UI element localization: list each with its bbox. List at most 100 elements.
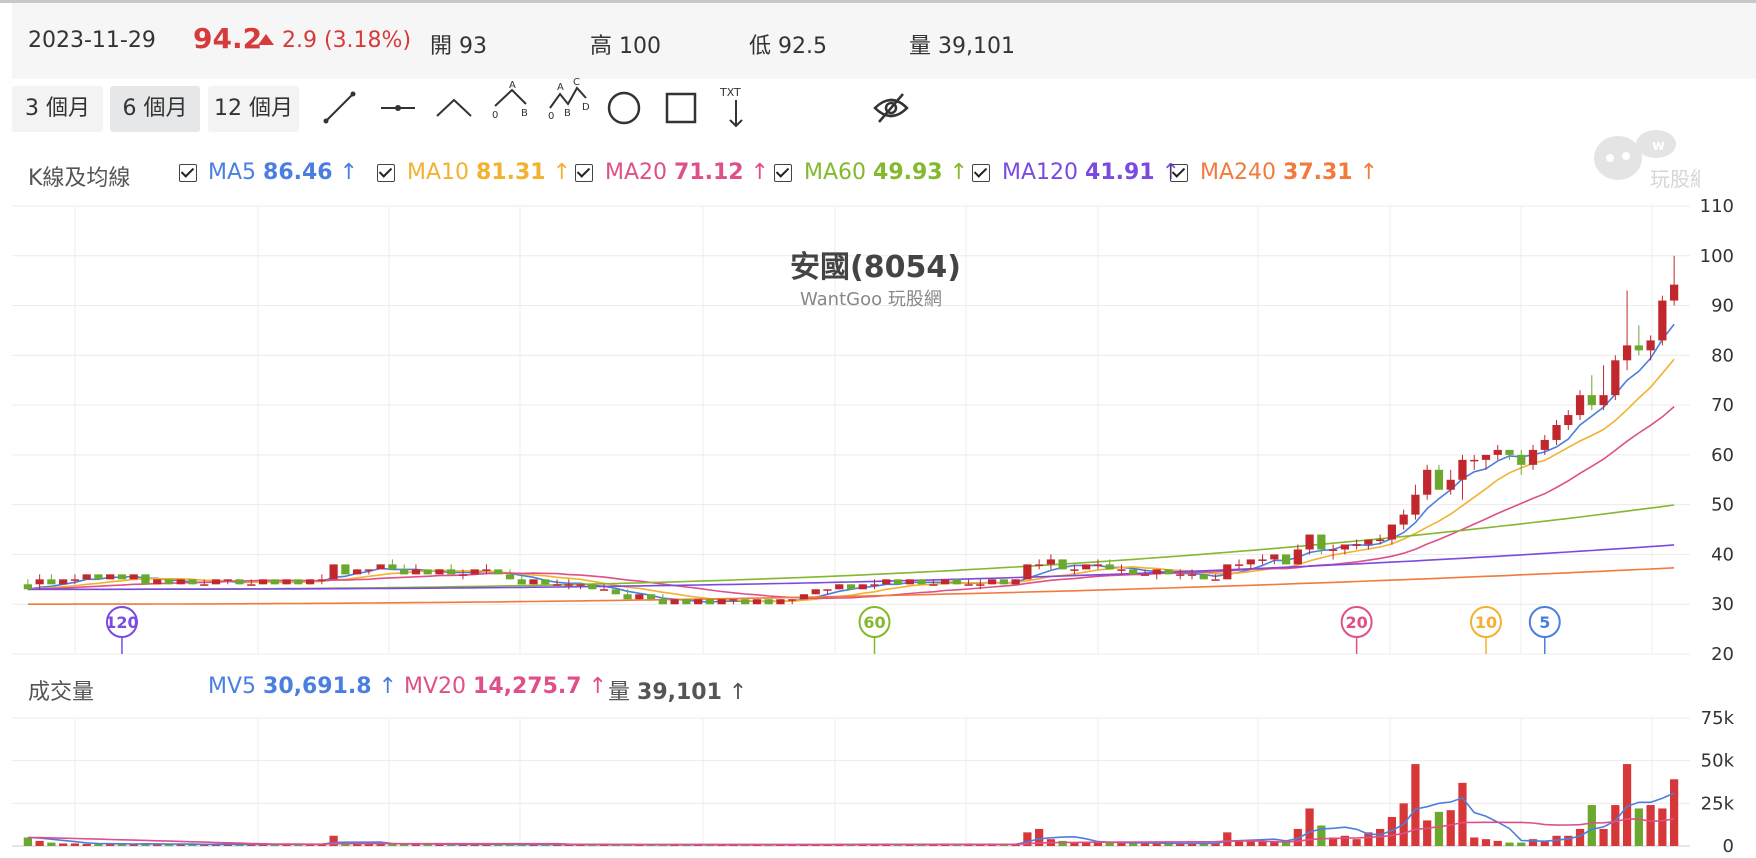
candle-body <box>341 564 350 575</box>
volume-bar <box>1458 782 1467 846</box>
candle-body <box>1505 449 1514 455</box>
candle-body <box>1587 395 1596 406</box>
candle-body <box>882 579 891 585</box>
candle-body <box>893 579 903 585</box>
price-tick-label: 30 <box>1711 594 1734 615</box>
volume-tick-label: 25k <box>1701 793 1735 814</box>
candle-body <box>729 599 738 601</box>
candle-body <box>658 599 667 605</box>
candle-body <box>529 579 538 585</box>
ma-lines <box>27 323 1675 606</box>
candle-body <box>1446 479 1455 490</box>
volume-bar <box>1481 839 1491 846</box>
volume-bar <box>70 843 80 846</box>
price-tick-label: 100 <box>1700 246 1734 267</box>
candle-body <box>964 584 973 586</box>
price-tick-label: 110 <box>1700 196 1734 217</box>
mv20-value: 14,275.7 <box>473 674 582 699</box>
candle-body <box>494 569 503 575</box>
candle-body <box>23 584 32 590</box>
candle-body <box>1164 569 1173 575</box>
volume-tick-label: 50k <box>1701 751 1735 772</box>
candle-body <box>799 594 809 600</box>
volume-bar <box>1093 842 1103 846</box>
candle-body <box>623 594 632 600</box>
ma-line-ma60 <box>27 504 1675 591</box>
candle-body <box>1023 564 1032 580</box>
volume-bar <box>364 844 374 846</box>
volume-bar <box>1564 835 1573 846</box>
candle-body <box>1599 395 1608 406</box>
candle-body <box>846 584 856 590</box>
volume-bar <box>1587 805 1596 846</box>
ma-marker-label: 120 <box>105 613 138 632</box>
candle-body <box>1364 539 1373 545</box>
volume-bar <box>1505 842 1514 846</box>
candle-body <box>694 599 703 605</box>
candle-body <box>129 574 138 580</box>
candle-body <box>1117 569 1126 571</box>
candle-body <box>1176 574 1185 576</box>
candle-body <box>1481 454 1491 460</box>
price-tick-label: 20 <box>1711 644 1734 665</box>
candle-body <box>1399 514 1408 525</box>
candle-body <box>200 584 209 586</box>
volume-panel-label: 成交量 <box>28 680 95 705</box>
volume-tick-label: 75k <box>1701 708 1735 729</box>
candle-body <box>305 579 315 585</box>
candle-body <box>952 579 961 585</box>
vol-name: 量 <box>608 680 631 705</box>
volume-bar <box>1129 843 1138 846</box>
candle-body <box>1223 564 1232 580</box>
volume-bar <box>1411 764 1420 846</box>
candle-body <box>1611 360 1620 396</box>
candle-body <box>1575 395 1585 416</box>
ma-marker-label: 20 <box>1345 613 1367 632</box>
candle-body <box>1046 559 1056 565</box>
candle-body <box>811 589 820 595</box>
vol-legend: 量 39,101 ↑ <box>608 680 748 705</box>
candle-body <box>1423 469 1432 495</box>
candle-body <box>188 579 197 585</box>
ma-marker-label: 10 <box>1475 613 1497 632</box>
candle-body <box>940 579 950 585</box>
candle-body <box>388 564 397 570</box>
candle-body <box>106 574 115 580</box>
volume-bar <box>1493 840 1502 846</box>
volume-bar <box>1223 832 1232 846</box>
candle-body <box>247 584 256 586</box>
candle-body <box>1281 554 1291 565</box>
candle-body <box>1564 415 1573 426</box>
volume-bar <box>1599 828 1608 846</box>
candle-body <box>70 579 80 581</box>
candle-body <box>470 569 479 575</box>
candle-body <box>47 579 56 585</box>
candle-body <box>317 579 326 581</box>
candle-body <box>411 569 421 575</box>
candle-body <box>870 584 879 586</box>
candle-body <box>423 569 432 575</box>
candle-body <box>1540 439 1549 450</box>
candle-body <box>364 569 374 571</box>
candle-body <box>505 574 515 580</box>
candle-body <box>835 584 844 590</box>
candle-body <box>1199 574 1208 580</box>
candle-body <box>211 579 221 585</box>
volume-bar <box>1646 805 1655 846</box>
volume-bar <box>59 843 68 846</box>
candle-body <box>258 579 268 585</box>
candle-body <box>1105 564 1114 570</box>
candle-body <box>976 584 985 586</box>
candle-body <box>376 564 385 570</box>
candle-body <box>670 599 679 605</box>
candle-body <box>482 569 491 571</box>
price-tick-label: 90 <box>1711 296 1734 317</box>
candle-body <box>764 599 773 605</box>
candle-body <box>917 579 926 585</box>
mv5-name: MV5 <box>208 674 257 699</box>
volume-bar <box>1658 808 1667 846</box>
candle-body <box>1352 544 1361 546</box>
candle-body <box>1646 340 1655 351</box>
candle-body <box>776 599 785 605</box>
candle-body <box>282 579 291 585</box>
